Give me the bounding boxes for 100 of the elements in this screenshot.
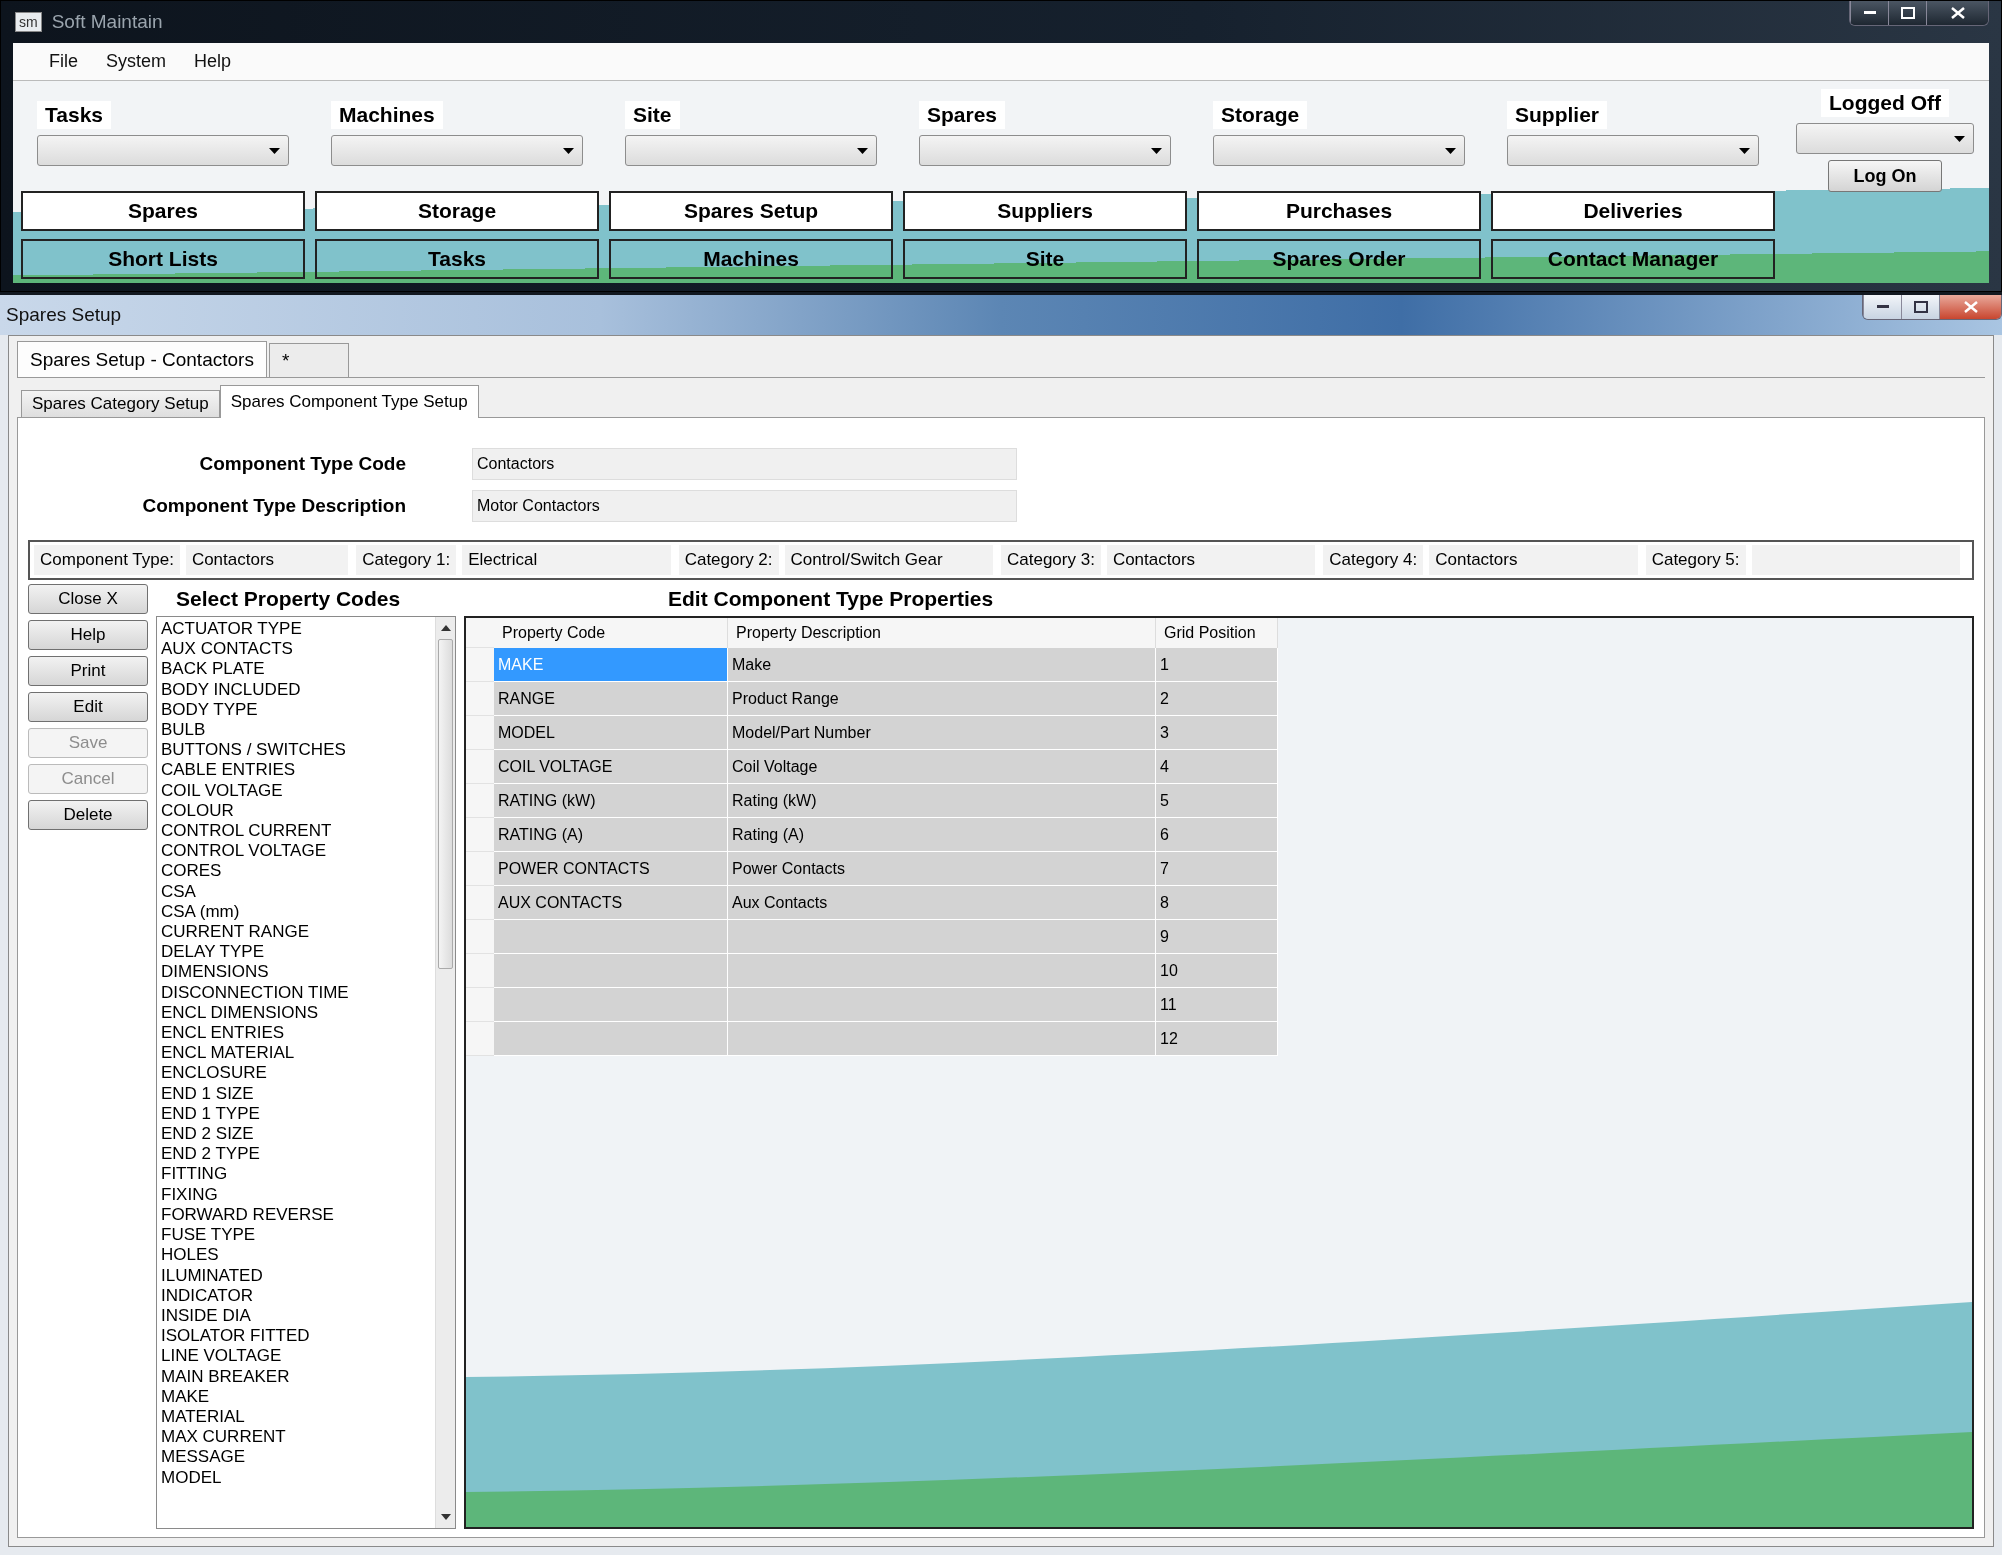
table-cell[interactable]: RATING (A): [494, 818, 728, 852]
table-cell[interactable]: Coil Voltage: [728, 750, 1156, 784]
table-cell[interactable]: 5: [1156, 784, 1278, 818]
list-item[interactable]: FUSE TYPE: [161, 1225, 431, 1246]
list-item[interactable]: HOLES: [161, 1245, 431, 1266]
list-item[interactable]: BULB: [161, 720, 431, 741]
table-cell[interactable]: COIL VOLTAGE: [494, 750, 728, 784]
list-item[interactable]: FIXING: [161, 1184, 431, 1205]
table-cell[interactable]: Model/Part Number: [728, 716, 1156, 750]
table-cell[interactable]: [494, 954, 728, 988]
list-item[interactable]: ACTUATOR TYPE: [161, 619, 431, 640]
filter-dropdown[interactable]: [331, 135, 583, 166]
table-cell[interactable]: AUX CONTACTS: [494, 886, 728, 920]
list-item[interactable]: DIMENSIONS: [161, 962, 431, 983]
filter-dropdown[interactable]: [1213, 135, 1465, 166]
list-item[interactable]: COIL VOLTAGE: [161, 780, 431, 801]
table-cell[interactable]: MODEL: [494, 716, 728, 750]
action-button[interactable]: Edit: [28, 692, 148, 722]
user-dropdown[interactable]: [1796, 123, 1974, 154]
document-tab[interactable]: Spares Setup - Contactors: [17, 341, 267, 377]
list-item[interactable]: CURRENT RANGE: [161, 922, 431, 943]
list-item[interactable]: LINE VOLTAGE: [161, 1346, 431, 1367]
list-item[interactable]: ISOLATOR FITTED: [161, 1326, 431, 1347]
property-list[interactable]: [156, 616, 456, 1529]
table-cell[interactable]: [728, 954, 1156, 988]
list-item[interactable]: CORES: [161, 861, 431, 882]
row-header[interactable]: [466, 920, 494, 954]
list-item[interactable]: ENCLOSURE: [161, 1063, 431, 1084]
table-cell[interactable]: 8: [1156, 886, 1278, 920]
list-item[interactable]: CONTROL CURRENT: [161, 821, 431, 842]
table-cell[interactable]: 9: [1156, 920, 1278, 954]
row-header[interactable]: [466, 784, 494, 818]
table-cell[interactable]: 7: [1156, 852, 1278, 886]
list-item[interactable]: CSA (mm): [161, 901, 431, 923]
document-tab[interactable]: *: [268, 343, 349, 377]
list-item[interactable]: INDICATOR: [161, 1285, 431, 1306]
row-header[interactable]: [466, 716, 494, 750]
column-header[interactable]: Property Description: [728, 618, 1156, 648]
nav-button[interactable]: Tasks: [315, 239, 599, 279]
list-item[interactable]: MATERIAL: [161, 1406, 431, 1428]
nav-button[interactable]: Suppliers: [903, 191, 1187, 231]
nav-button[interactable]: Machines: [609, 239, 893, 279]
list-item[interactable]: CABLE ENTRIES: [161, 760, 431, 781]
table-cell[interactable]: [728, 1022, 1156, 1056]
list-item[interactable]: BODY TYPE: [161, 699, 431, 720]
list-item[interactable]: END 2 TYPE: [161, 1144, 431, 1165]
table-cell[interactable]: Power Contacts: [728, 852, 1156, 886]
list-item[interactable]: AUX CONTACTS: [161, 639, 431, 660]
nav-button[interactable]: Contact Manager: [1491, 239, 1775, 279]
table-cell[interactable]: RATING (kW): [494, 784, 728, 818]
action-button[interactable]: Help: [28, 620, 148, 650]
table-cell[interactable]: RANGE: [494, 682, 728, 716]
filter-dropdown[interactable]: [919, 135, 1171, 166]
menu-item[interactable]: Help: [180, 47, 246, 76]
nav-button[interactable]: Spares: [21, 191, 305, 231]
table-cell[interactable]: 4: [1156, 750, 1278, 784]
text-field[interactable]: Contactors: [472, 448, 1017, 480]
table-cell[interactable]: 3: [1156, 716, 1278, 750]
minimize-button[interactable]: [1863, 295, 1901, 319]
filter-dropdown[interactable]: [37, 135, 289, 166]
list-item[interactable]: INSIDE DIA: [161, 1305, 431, 1327]
nav-button[interactable]: Site: [903, 239, 1187, 279]
menu-item[interactable]: File: [35, 47, 92, 76]
list-item[interactable]: END 1 TYPE: [161, 1103, 431, 1125]
row-header[interactable]: [466, 818, 494, 852]
table-cell[interactable]: Rating (kW): [728, 784, 1156, 818]
table-cell[interactable]: Aux Contacts: [728, 886, 1156, 920]
text-field[interactable]: Motor Contactors: [472, 490, 1017, 522]
row-header[interactable]: [466, 1022, 494, 1056]
list-item[interactable]: ILUMINATED: [161, 1265, 431, 1286]
scrollbar[interactable]: [435, 617, 455, 1528]
row-header[interactable]: [466, 682, 494, 716]
nav-button[interactable]: Deliveries: [1491, 191, 1775, 231]
table-cell[interactable]: [494, 1022, 728, 1056]
list-item[interactable]: DELAY TYPE: [161, 942, 431, 963]
column-header[interactable]: Property Code: [494, 618, 728, 648]
log-on-button[interactable]: Log On: [1828, 160, 1942, 192]
filter-dropdown[interactable]: [1507, 135, 1759, 166]
nav-button[interactable]: Spares Setup: [609, 191, 893, 231]
table-cell[interactable]: [728, 920, 1156, 954]
list-item[interactable]: BACK PLATE: [161, 659, 431, 680]
list-item[interactable]: ENCL DIMENSIONS: [161, 1002, 431, 1024]
list-item[interactable]: MAX CURRENT: [161, 1427, 431, 1448]
menu-item[interactable]: System: [92, 47, 181, 76]
row-header[interactable]: [466, 954, 494, 988]
action-button[interactable]: Delete: [28, 800, 148, 830]
maximize-button[interactable]: [1901, 295, 1939, 319]
list-item[interactable]: COLOUR: [161, 800, 431, 822]
filter-dropdown[interactable]: [625, 135, 877, 166]
close-button[interactable]: [1926, 1, 1988, 25]
list-item[interactable]: ENCL ENTRIES: [161, 1023, 431, 1044]
row-header[interactable]: [466, 750, 494, 784]
list-item[interactable]: MAIN BREAKER: [161, 1366, 431, 1387]
row-header[interactable]: [466, 886, 494, 920]
table-cell[interactable]: [728, 988, 1156, 1022]
list-item[interactable]: BODY INCLUDED: [161, 679, 431, 700]
scroll-thumb[interactable]: [438, 639, 453, 969]
table-cell[interactable]: 1: [1156, 648, 1278, 682]
table-cell[interactable]: Rating (A): [728, 818, 1156, 852]
action-button[interactable]: Close X: [28, 584, 148, 614]
